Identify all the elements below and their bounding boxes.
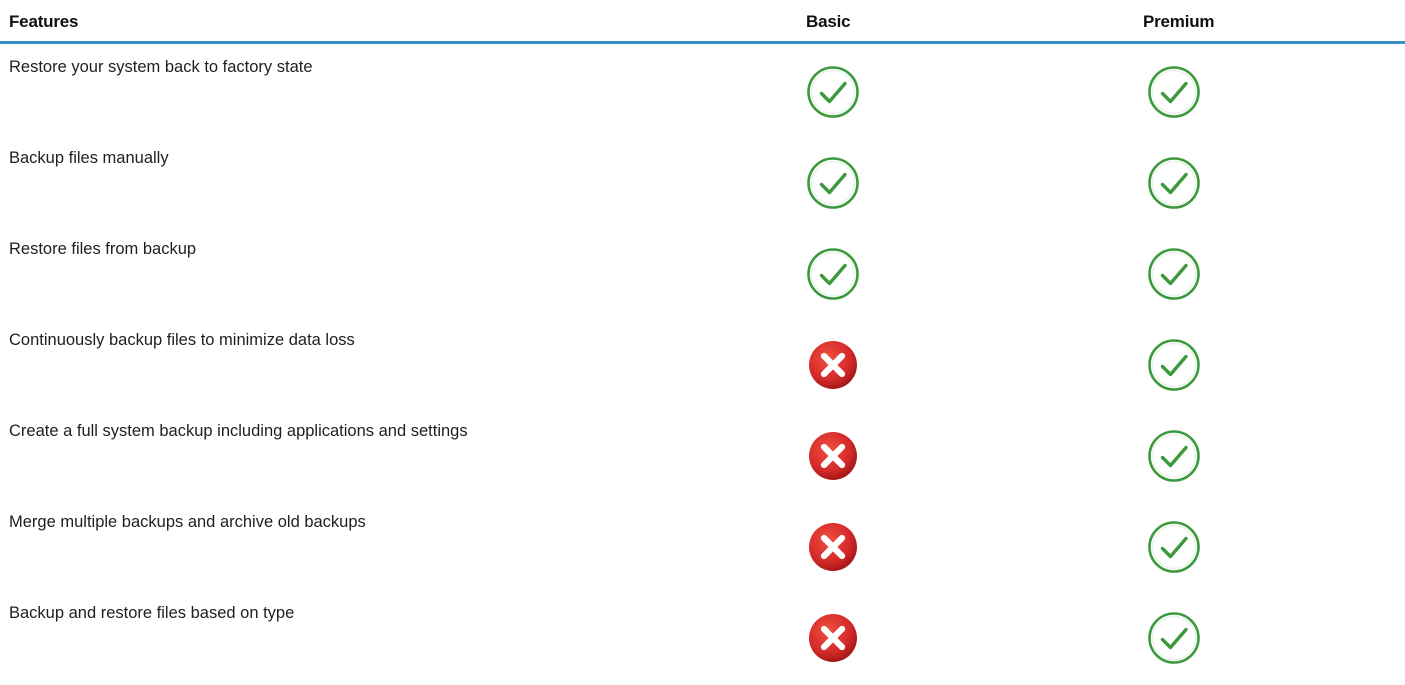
premium-status-icon xyxy=(1146,246,1202,302)
basic-status-icon xyxy=(805,337,861,393)
x-circle-icon xyxy=(809,341,857,389)
premium-status-icon xyxy=(1146,155,1202,211)
check-circle-icon xyxy=(1148,521,1200,573)
premium-status-icon xyxy=(1146,64,1202,120)
check-circle-icon xyxy=(1148,339,1200,391)
feature-label: Restore your system back to factory stat… xyxy=(9,58,313,76)
table-row: Backup and restore files based on type xyxy=(0,590,1405,681)
header-features: Features xyxy=(9,12,79,31)
basic-status-icon xyxy=(805,246,861,302)
check-circle-icon xyxy=(807,66,859,118)
feature-label: Backup files manually xyxy=(9,149,169,167)
basic-status-icon xyxy=(805,610,861,666)
check-circle-icon xyxy=(1148,430,1200,482)
feature-comparison-table: Features Basic Premium Restore your syst… xyxy=(0,0,1405,681)
check-circle-icon xyxy=(1148,612,1200,664)
check-circle-icon xyxy=(1148,66,1200,118)
check-circle-icon xyxy=(1148,248,1200,300)
table-row: Merge multiple backups and archive old b… xyxy=(0,499,1405,590)
check-circle-icon xyxy=(807,248,859,300)
x-circle-icon xyxy=(809,614,857,662)
feature-label: Create a full system backup including ap… xyxy=(9,422,468,440)
table-row: Backup files manually xyxy=(0,135,1405,226)
check-circle-icon xyxy=(807,157,859,209)
basic-status-icon xyxy=(805,155,861,211)
x-circle-icon xyxy=(809,523,857,571)
x-circle-icon xyxy=(809,432,857,480)
basic-status-icon xyxy=(805,519,861,575)
feature-label: Backup and restore files based on type xyxy=(9,604,295,622)
premium-status-icon xyxy=(1146,610,1202,666)
header-basic: Basic xyxy=(806,12,851,31)
table-row: Continuously backup files to minimize da… xyxy=(0,317,1405,408)
check-circle-icon xyxy=(1148,157,1200,209)
table-row: Restore files from backup xyxy=(0,226,1405,317)
premium-status-icon xyxy=(1146,428,1202,484)
feature-label: Continuously backup files to minimize da… xyxy=(9,331,355,349)
basic-status-icon xyxy=(805,428,861,484)
basic-status-icon xyxy=(805,64,861,120)
table-row: Restore your system back to factory stat… xyxy=(0,44,1405,135)
feature-label: Restore files from backup xyxy=(9,240,197,258)
premium-status-icon xyxy=(1146,337,1202,393)
header-premium: Premium xyxy=(1143,12,1215,31)
table-header: Features Basic Premium xyxy=(0,0,1405,44)
premium-status-icon xyxy=(1146,519,1202,575)
table-row: Create a full system backup including ap… xyxy=(0,408,1405,499)
feature-label: Merge multiple backups and archive old b… xyxy=(9,513,366,531)
